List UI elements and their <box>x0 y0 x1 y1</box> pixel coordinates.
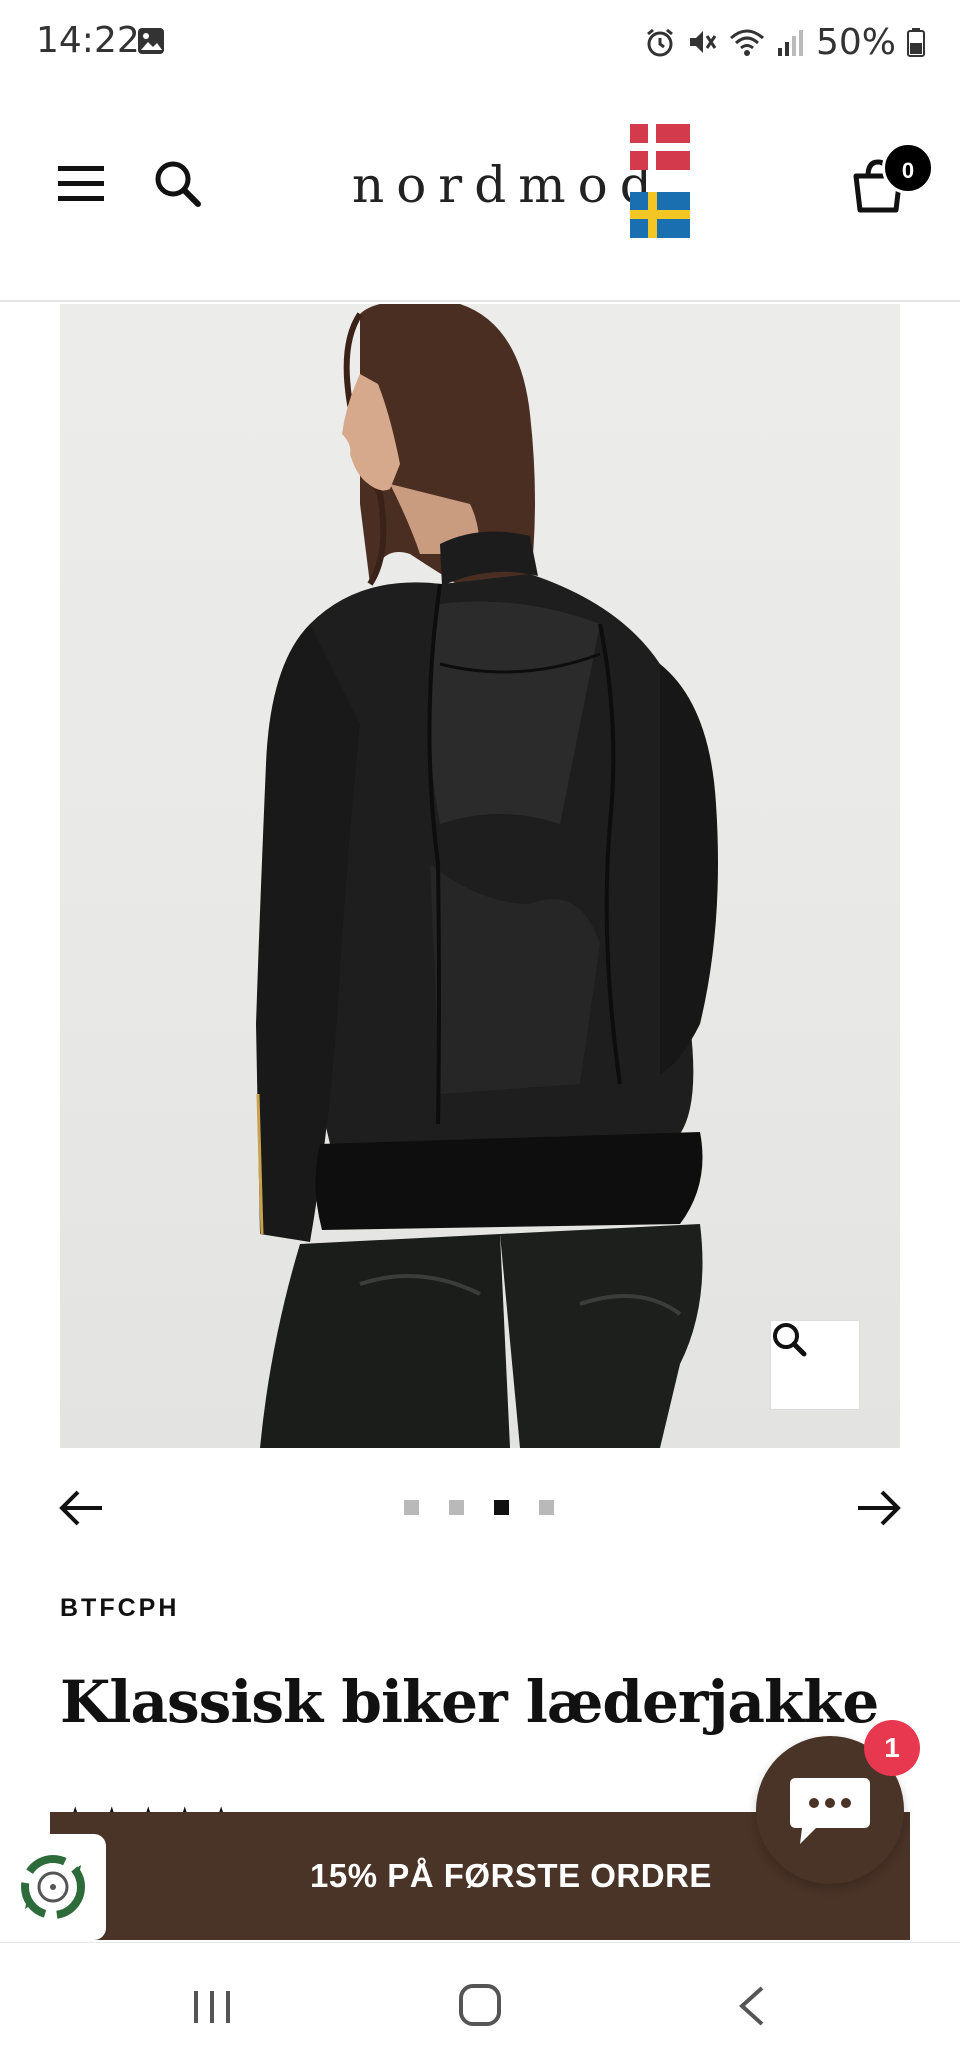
product-brand[interactable]: BTFCPH <box>60 1594 179 1623</box>
recent-apps-icon[interactable] <box>190 1987 234 2027</box>
battery-icon <box>907 28 925 57</box>
status-bar: 14:22 50% <box>0 0 960 84</box>
status-icons: 50% <box>644 18 926 66</box>
battery-percent: 50% <box>815 21 896 63</box>
product-title: Klassisk biker læderjakke <box>60 1668 879 1736</box>
denmark-flag[interactable] <box>630 124 690 170</box>
system-navigation-bar <box>0 1942 960 2059</box>
gallery-dot[interactable] <box>449 1500 464 1515</box>
gallery-dot[interactable] <box>404 1500 419 1515</box>
gallery-dots <box>404 1500 554 1515</box>
image-icon <box>138 28 164 54</box>
promo-label: 15% PÅ FØRSTE ORDRE <box>310 1857 712 1894</box>
status-time: 14:22 <box>36 20 140 61</box>
zoom-button[interactable] <box>770 1320 860 1410</box>
site-logo[interactable]: nordmod <box>352 156 664 214</box>
gallery-navigation <box>0 1480 960 1540</box>
gallery-dot[interactable] <box>539 1500 554 1515</box>
mute-icon <box>689 31 717 53</box>
previous-arrow-icon[interactable] <box>58 1488 104 1528</box>
chat-notification-badge[interactable]: 1 <box>864 1720 920 1776</box>
eco-badge[interactable] <box>0 1834 106 1940</box>
back-icon[interactable] <box>736 1985 766 2027</box>
cart-count-badge[interactable]: 0 <box>882 142 934 194</box>
alarm-icon <box>647 28 673 57</box>
site-header: nordmod 0 <box>0 84 960 302</box>
search-icon[interactable] <box>152 158 202 208</box>
jacket-photo <box>256 304 718 1448</box>
menu-icon[interactable] <box>58 164 106 204</box>
product-image[interactable] <box>60 304 900 1448</box>
wifi-icon <box>729 29 764 56</box>
recycle-badge-icon <box>21 1855 85 1919</box>
zoom-search-icon <box>773 1323 807 1357</box>
chat-icon <box>790 1778 870 1844</box>
home-icon[interactable] <box>458 1983 502 2027</box>
next-arrow-icon[interactable] <box>856 1488 902 1528</box>
gallery-dot-active[interactable] <box>494 1500 509 1515</box>
sweden-flag[interactable] <box>630 192 690 238</box>
signal-icon <box>777 30 803 56</box>
